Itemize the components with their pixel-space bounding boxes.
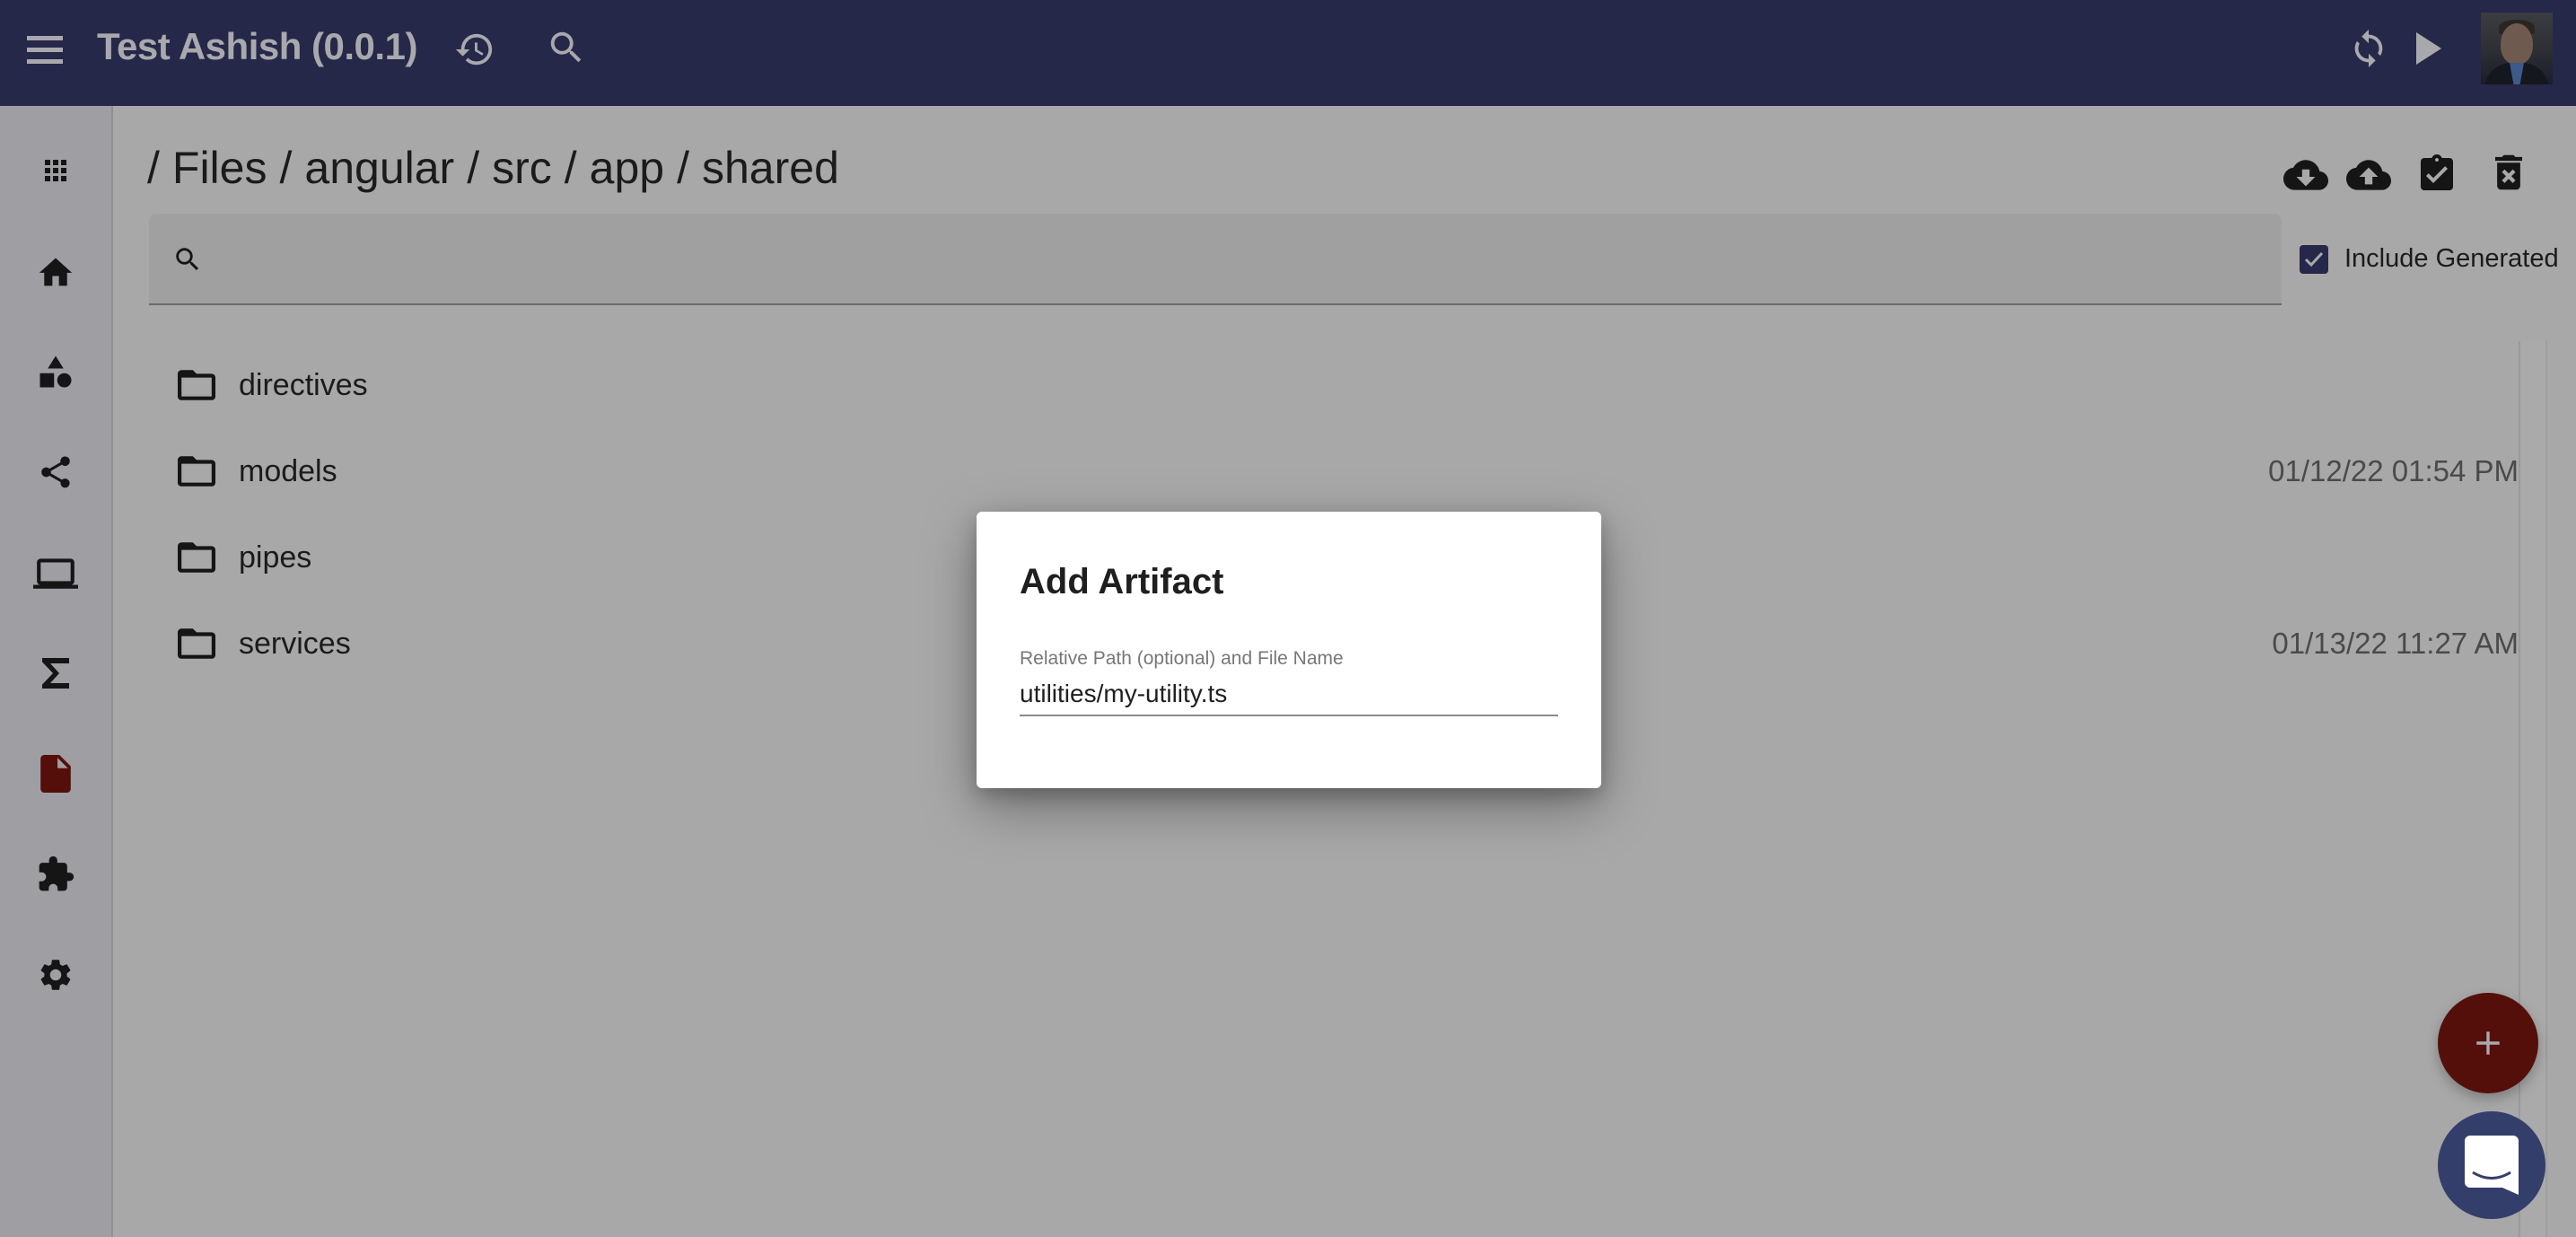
history-icon[interactable] — [454, 29, 495, 70]
checkbox-checked-icon[interactable] — [2300, 244, 2328, 274]
breadcrumb-separator: / — [147, 143, 160, 193]
home-icon — [39, 258, 73, 286]
folder-icon — [178, 370, 215, 405]
add-artifact-dialog: Add Artifact Relative Path (optional) an… — [977, 512, 1601, 788]
file-modified-date: 01/12/22 01:54 PM — [2268, 454, 2519, 487]
breadcrumb: / Files / angular / src / app / shared — [147, 142, 852, 194]
sidebar-item-files[interactable] — [0, 738, 111, 810]
upload-button[interactable] — [2346, 158, 2391, 198]
add-artifact-button[interactable] — [2438, 993, 2538, 1093]
folder-icon — [178, 456, 215, 491]
download-button[interactable] — [2283, 158, 2328, 198]
folder-icon — [178, 628, 215, 663]
cloud-download-icon — [2283, 160, 2328, 190]
menu-icon[interactable] — [27, 36, 63, 68]
gear-icon — [40, 960, 71, 990]
breadcrumb-files[interactable]: Files — [172, 143, 267, 193]
file-search-field[interactable] — [149, 214, 2282, 305]
file-name-input[interactable] — [1020, 673, 1558, 716]
delete-button[interactable] — [2495, 154, 2522, 195]
validate-button[interactable] — [2420, 153, 2454, 195]
play-icon[interactable] — [2416, 32, 2441, 65]
sidebar-item-extensions[interactable] — [0, 838, 111, 910]
include-generated-label: Include Generated — [2344, 244, 2559, 273]
search-icon — [172, 244, 203, 279]
share-icon — [41, 456, 70, 488]
folder-icon — [178, 542, 215, 577]
sidebar-item-shapes[interactable] — [0, 336, 111, 408]
sidebar-item-apps[interactable] — [0, 135, 111, 206]
file-name: directives — [239, 368, 368, 402]
apps-grid-icon — [45, 160, 66, 181]
breadcrumb-separator: / — [467, 143, 480, 193]
clipboard-check-icon — [2421, 154, 2453, 190]
breadcrumb-separator: / — [564, 143, 577, 193]
file-name: models — [239, 454, 337, 488]
shapes-icon — [39, 355, 72, 388]
search-icon[interactable] — [546, 27, 587, 68]
app-title: Test Ashish (0.0.1) — [97, 25, 417, 67]
laptop-icon — [33, 558, 78, 589]
search-input[interactable] — [221, 232, 2253, 287]
list-item[interactable]: directives — [113, 347, 2519, 427]
sidebar-item-home[interactable] — [0, 235, 111, 307]
sync-icon[interactable] — [2348, 27, 2389, 70]
user-avatar[interactable] — [2481, 13, 2553, 84]
delete-forever-icon — [2495, 154, 2522, 190]
breadcrumb-angular[interactable]: angular — [304, 143, 454, 193]
sidebar-item-computer[interactable] — [0, 537, 111, 609]
list-item[interactable]: models 01/12/22 01:54 PM — [113, 433, 2519, 513]
file-name-label: Relative Path (optional) and File Name — [1020, 648, 1344, 669]
sidebar-item-settings[interactable] — [0, 939, 111, 1011]
scrollbar[interactable] — [2519, 341, 2547, 1237]
puzzle-icon — [39, 855, 74, 891]
breadcrumb-separator: / — [279, 143, 293, 193]
include-generated-checkbox[interactable]: Include Generated — [2300, 244, 2559, 274]
sidebar — [0, 106, 113, 1237]
file-icon — [40, 755, 71, 793]
chat-button[interactable] — [2438, 1111, 2545, 1219]
breadcrumb-separator: / — [677, 143, 689, 193]
breadcrumb-app[interactable]: app — [590, 143, 664, 193]
file-name: services — [239, 627, 351, 661]
chat-icon — [2465, 1136, 2519, 1195]
top-app-bar: Test Ashish (0.0.1) — [0, 0, 2576, 106]
sigma-icon — [42, 658, 69, 689]
file-modified-date: 01/13/22 11:27 AM — [2272, 627, 2519, 660]
dialog-title: Add Artifact — [1020, 562, 1224, 601]
plus-icon — [2476, 1031, 2500, 1055]
breadcrumb-shared: shared — [702, 143, 839, 193]
breadcrumb-src[interactable]: src — [492, 143, 552, 193]
cloud-upload-icon — [2346, 160, 2391, 190]
sidebar-item-functions[interactable] — [0, 637, 111, 709]
sidebar-item-share[interactable] — [0, 436, 111, 508]
file-name: pipes — [239, 540, 312, 575]
